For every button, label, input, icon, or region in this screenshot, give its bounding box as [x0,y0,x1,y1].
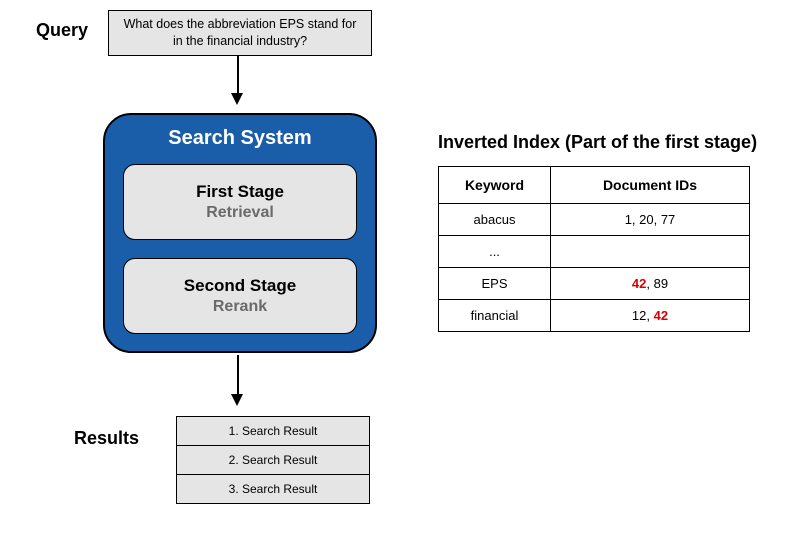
keyword-cell: ... [439,236,551,268]
search-system-title: Search System [123,127,357,150]
inverted-index-title: Inverted Index (Part of the first stage) [438,132,757,153]
highlighted-id: 42 [632,276,646,291]
inverted-index-table: Keyword Document IDs abacus 1, 20, 77...E… [438,166,750,332]
doc-id-text: , 89 [646,276,668,291]
query-box: What does the abbreviation EPS stand for… [108,10,372,56]
keyword-cell: EPS [439,268,551,300]
result-row: 3. Search Result [177,475,369,503]
first-stage-box: First Stage Retrieval [123,164,357,240]
first-stage-sub: Retrieval [206,204,274,222]
highlighted-id: 42 [654,308,668,323]
second-stage-sub: Rerank [213,298,267,316]
doc-ids-cell: 1, 20, 77 [551,204,750,236]
col-keyword: Keyword [439,167,551,204]
table-header-row: Keyword Document IDs [439,167,750,204]
first-stage-title: First Stage [196,182,284,202]
table-row: financial12, 42 [439,300,750,332]
arrow-system-to-results [237,355,239,395]
results-box: 1. Search Result 2. Search Result 3. Sea… [176,416,370,504]
query-text: What does the abbreviation EPS stand for… [119,16,361,50]
doc-ids-cell: 42, 89 [551,268,750,300]
arrow-query-to-system [237,56,239,94]
table-row: ... [439,236,750,268]
keyword-cell: financial [439,300,551,332]
doc-id-text: 12, [632,308,654,323]
second-stage-box: Second Stage Rerank [123,258,357,334]
query-label: Query [36,20,88,41]
search-system-box: Search System First Stage Retrieval Seco… [103,113,377,353]
table-row: abacus 1, 20, 77 [439,204,750,236]
arrow-head-icon [231,93,243,105]
doc-ids-cell [551,236,750,268]
doc-id-text: 1, 20, 77 [625,212,676,227]
result-row: 1. Search Result [177,417,369,446]
table-row: EPS42, 89 [439,268,750,300]
keyword-cell: abacus [439,204,551,236]
doc-ids-cell: 12, 42 [551,300,750,332]
results-label: Results [74,428,139,449]
result-row: 2. Search Result [177,446,369,475]
col-document-ids: Document IDs [551,167,750,204]
second-stage-title: Second Stage [184,276,296,296]
arrow-head-icon [231,394,243,406]
